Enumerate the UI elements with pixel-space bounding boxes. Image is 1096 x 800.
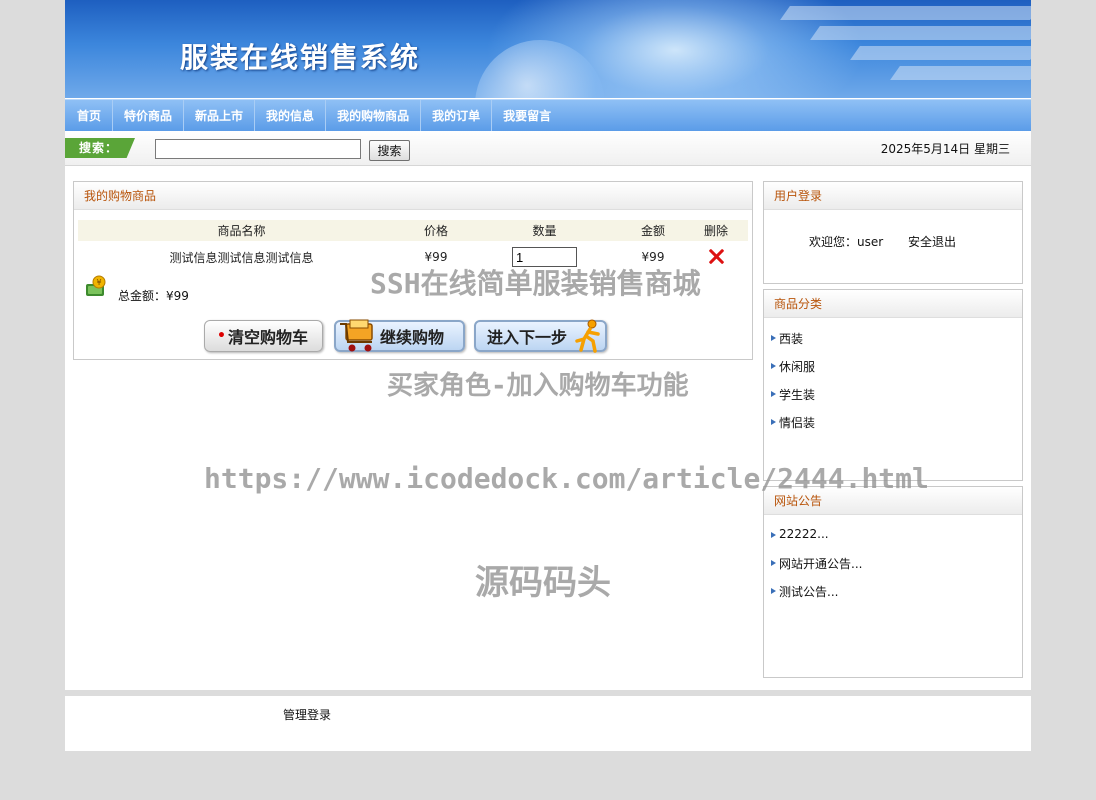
next-step-label: 进入下一步	[487, 328, 568, 347]
watermark-text: SSH在线简单服装销售商城	[370, 267, 701, 300]
search-label: 搜索：	[65, 138, 135, 158]
column-header-amount: 金额	[622, 220, 684, 241]
nav-item-home[interactable]: 首页	[66, 100, 114, 132]
column-header-price: 价格	[405, 220, 467, 241]
total-amount: 总金额：¥99	[118, 289, 189, 303]
footer-divider	[65, 690, 1031, 696]
list-item[interactable]: 测试公告...	[770, 583, 862, 611]
login-panel-title: 用户登录	[764, 182, 1022, 210]
clear-cart-button[interactable]: • 清空购物车	[204, 320, 323, 352]
shopping-cart-icon	[340, 319, 373, 352]
cart-item-name: 测试信息测试信息测试信息	[169, 250, 314, 265]
cart-panel-title: 我的购物商品	[74, 182, 752, 210]
nav-item-my-info[interactable]: 我的信息	[255, 100, 327, 132]
banner-decoration	[745, 0, 1031, 98]
list-item[interactable]: 休闲服	[770, 358, 815, 386]
welcome-text: 欢迎您：user	[809, 235, 884, 249]
money-icon: ¥	[86, 275, 106, 296]
category-panel: 商品分类 西装 休闲服 学生装 情侣装	[763, 289, 1023, 481]
svg-text:¥: ¥	[96, 278, 101, 287]
nav-item-leave-message[interactable]: 我要留言	[492, 100, 562, 132]
watermark-text: 买家角色-加入购物车功能	[387, 371, 689, 401]
column-header-quantity: 数量	[467, 220, 622, 241]
clear-cart-label: 清空购物车	[227, 328, 308, 347]
nav-item-my-cart[interactable]: 我的购物商品	[326, 100, 422, 132]
continue-shopping-label: 继续购物	[380, 328, 445, 347]
nav-item-my-orders[interactable]: 我的订单	[421, 100, 493, 132]
watermark-text: 源码码头	[475, 563, 611, 603]
category-list: 西装 休闲服 学生装 情侣装	[770, 330, 815, 442]
nav-item-specials[interactable]: 特价商品	[113, 100, 185, 132]
category-panel-title: 商品分类	[764, 290, 1022, 318]
search-bar: 搜索： 搜索 2025年5月14日 星期三	[65, 131, 1031, 166]
next-step-button[interactable]: 进入下一步	[474, 319, 607, 353]
list-item[interactable]: 西装	[770, 330, 815, 358]
list-item[interactable]: 情侣装	[770, 414, 815, 442]
runner-icon	[575, 319, 600, 353]
list-item[interactable]: 网站开通公告...	[770, 555, 862, 583]
notice-panel: 网站公告 22222... 网站开通公告... 测试公告...	[763, 486, 1023, 678]
site-title: 服装在线销售系统	[180, 41, 421, 74]
main-nav: 首页 特价商品 新品上市 我的信息 我的购物商品 我的订单 我要留言	[65, 99, 1031, 132]
list-item[interactable]: 22222...	[770, 527, 862, 555]
admin-login-link[interactable]: 管理登录	[283, 706, 331, 723]
column-header-delete: 删除	[684, 220, 748, 241]
column-header-name: 商品名称	[78, 220, 405, 241]
cart-table-header: 商品名称 价格 数量 金额 删除	[78, 220, 748, 241]
site-banner: 服装在线销售系统	[65, 0, 1031, 98]
watermark-text: https://www.icodedock.com/article/2444.h…	[204, 462, 929, 495]
search-input[interactable]	[155, 139, 361, 159]
notice-list: 22222... 网站开通公告... 测试公告...	[770, 527, 862, 611]
list-item[interactable]: 学生装	[770, 386, 815, 414]
continue-shopping-button[interactable]: 继续购物	[334, 319, 465, 352]
login-panel: 用户登录 欢迎您：user 安全退出	[763, 181, 1023, 284]
search-button[interactable]: 搜索	[369, 140, 410, 161]
nav-item-new-arrivals[interactable]: 新品上市	[184, 100, 256, 132]
current-date: 2025年5月14日 星期三	[880, 142, 1010, 156]
logout-link[interactable]: 安全退出	[908, 233, 956, 250]
delete-x-icon[interactable]	[707, 247, 725, 265]
